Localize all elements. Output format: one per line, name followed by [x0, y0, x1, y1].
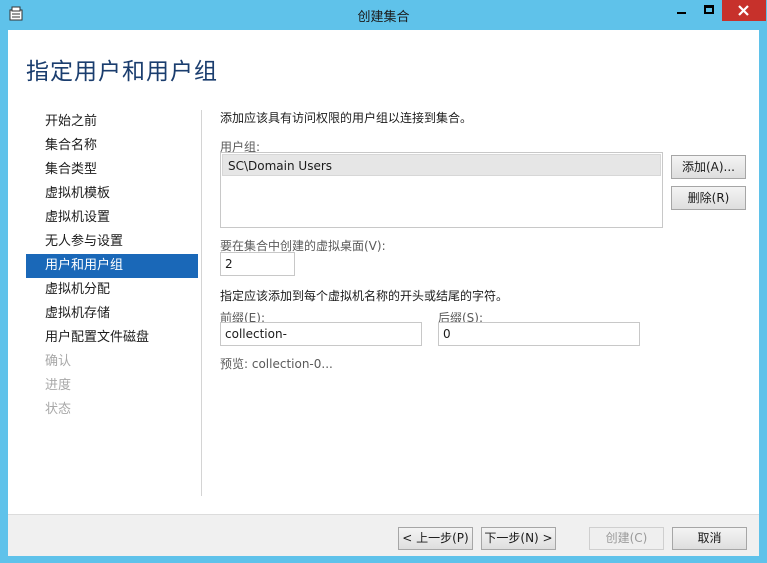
title-bar: 创建集合: [0, 0, 767, 30]
create-button: 创建(C): [589, 527, 664, 550]
minimize-icon: [677, 12, 686, 14]
previous-button[interactable]: < 上一步(P): [398, 527, 473, 550]
nav-item-confirmation: 确认: [45, 354, 72, 369]
window-title: 创建集合: [357, 10, 410, 25]
remove-group-button[interactable]: 删除(R): [671, 186, 746, 210]
nav-item-status: 状态: [45, 402, 72, 417]
nav-item-unattended-settings[interactable]: 无人参与设置: [26, 230, 198, 254]
nav-item-user-profile-disks[interactable]: 用户配置文件磁盘: [26, 326, 198, 350]
next-button[interactable]: 下一步(N) >: [481, 527, 556, 550]
nav-divider: [201, 110, 202, 496]
close-icon: [738, 5, 749, 16]
wizard-window: 指定用户和用户组 开始之前 集合名称 集合类型 虚拟机模板 虚拟机设置 无人参与…: [8, 30, 759, 556]
page-title: 指定用户和用户组: [26, 59, 218, 85]
nav-item-progress: 进度: [45, 378, 72, 393]
add-group-button[interactable]: 添加(A)...: [671, 155, 746, 179]
nav-item-users-and-groups[interactable]: 用户和用户组: [26, 254, 198, 278]
nav-item-vm-storage[interactable]: 虚拟机存储: [26, 302, 198, 326]
cancel-button[interactable]: 取消: [672, 527, 747, 550]
nav-item-before-you-begin[interactable]: 开始之前: [26, 110, 198, 134]
preview-text: 预览: collection-0...: [220, 357, 333, 371]
content-pane: 添加应该具有访问权限的用户组以连接到集合。 用户组: SC\Domain Use…: [220, 30, 750, 510]
wizard-footer: < 上一步(P) 下一步(N) > 创建(C) 取消: [8, 514, 759, 556]
minimize-button[interactable]: [668, 0, 694, 21]
close-button[interactable]: [722, 0, 766, 21]
user-groups-list[interactable]: SC\Domain Users: [220, 152, 663, 228]
nav-item-collection-name[interactable]: 集合名称: [26, 134, 198, 158]
suffix-input[interactable]: 0: [438, 322, 640, 346]
nav-item-vm-settings[interactable]: 虚拟机设置: [26, 206, 198, 230]
list-item[interactable]: SC\Domain Users: [222, 154, 661, 176]
maximize-button[interactable]: [696, 0, 722, 21]
wizard-nav: 开始之前 集合名称 集合类型 虚拟机模板 虚拟机设置 无人参与设置 用户和用户组…: [26, 110, 198, 422]
nav-item-collection-type[interactable]: 集合类型: [26, 158, 198, 182]
nav-item-vm-template[interactable]: 虚拟机模板: [26, 182, 198, 206]
naming-instruction: 指定应该添加到每个虚拟机名称的开头或结尾的字符。: [220, 289, 509, 303]
maximize-icon: [704, 5, 714, 14]
virtual-desktops-input[interactable]: 2: [220, 252, 295, 276]
nav-item-vm-allocation[interactable]: 虚拟机分配: [26, 278, 198, 302]
groups-instruction: 添加应该具有访问权限的用户组以连接到集合。: [220, 111, 473, 125]
prefix-input[interactable]: collection-: [220, 322, 422, 346]
